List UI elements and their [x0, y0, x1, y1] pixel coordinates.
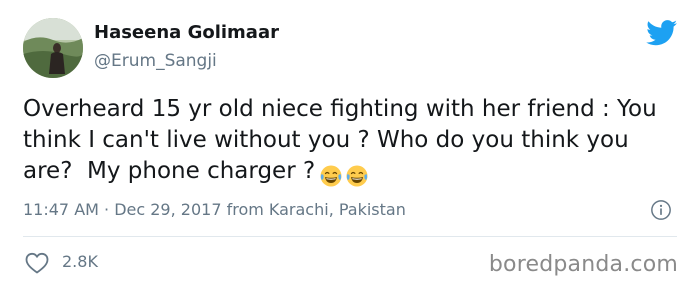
twitter-bird-icon[interactable] — [646, 20, 678, 46]
watermark: boredpanda.com — [488, 252, 678, 277]
tweet-text: Overheard 15 yr old niece fighting with … — [23, 94, 683, 191]
face-with-tears-of-joy-icon — [320, 165, 342, 186]
author-handle[interactable]: @Erum_Sangji — [94, 51, 217, 71]
face-with-tears-of-joy-icon — [346, 165, 368, 186]
divider — [23, 236, 677, 237]
emoji-group — [319, 160, 371, 191]
heart-icon[interactable] — [25, 252, 49, 274]
like-count[interactable]: 2.8K — [62, 252, 98, 271]
info-icon[interactable] — [650, 199, 672, 221]
tweet-card: Haseena Golimaar @Erum_Sangji Overheard … — [0, 0, 700, 288]
tweet-timestamp-location[interactable]: 11:47 AM · Dec 29, 2017 from Karachi, Pa… — [23, 200, 406, 219]
profile-photo-icon — [23, 18, 83, 78]
author-name[interactable]: Haseena Golimaar — [94, 22, 279, 43]
avatar[interactable] — [23, 18, 83, 78]
